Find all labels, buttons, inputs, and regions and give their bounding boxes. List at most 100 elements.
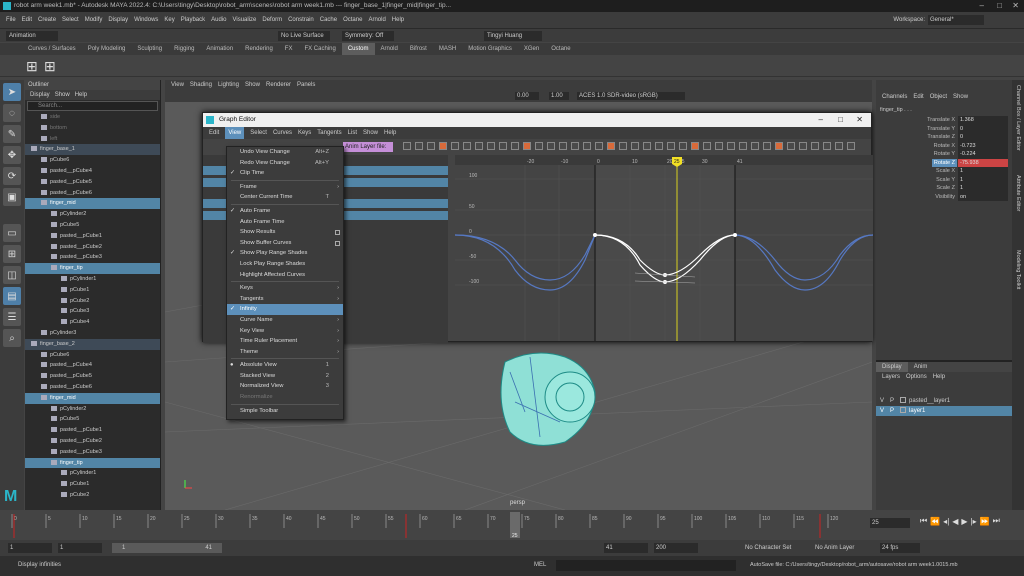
script-lang[interactable]: MEL <box>534 562 546 568</box>
layer-row[interactable]: V Ppasted__layer1 <box>876 396 1012 406</box>
ge-tool-icon[interactable] <box>451 142 459 150</box>
ge-tool-icon[interactable] <box>763 142 771 150</box>
channel-row[interactable]: Scale Z1 <box>876 184 1012 193</box>
rotate-tool-icon[interactable]: ⟳ <box>3 167 21 185</box>
shelf-tab-octane[interactable]: Octane <box>545 43 576 55</box>
ge-tool-icon[interactable] <box>535 142 543 150</box>
channel-row[interactable]: Visibility on <box>876 192 1012 201</box>
outliner-item[interactable]: pasted__pCube3 <box>25 447 160 458</box>
ge-tool-icon[interactable] <box>691 142 699 150</box>
outliner-item[interactable]: pCube1 <box>25 479 160 490</box>
ge-tool-icon[interactable] <box>739 142 747 150</box>
ge-tool-icon[interactable] <box>727 142 735 150</box>
anim-layer-field[interactable]: Anim Layer file: C:/.. <box>343 142 393 152</box>
channel-value[interactable]: 1 <box>958 167 1008 176</box>
outliner-item[interactable]: pCube4 <box>25 317 160 328</box>
viewport-menu-shading[interactable]: Shading <box>190 80 212 90</box>
channel-value[interactable]: on <box>958 192 1008 201</box>
outliner-item[interactable]: pCube1 <box>25 285 160 296</box>
graph-editor-curve-view[interactable]: -20-1001020253041100500-50-100 25 <box>455 155 873 341</box>
outliner-item[interactable]: pCube6 <box>25 155 160 166</box>
channel-value[interactable]: 0 <box>958 133 1008 142</box>
step-back-icon[interactable]: ⏪ <box>930 517 940 526</box>
outliner-item[interactable]: finger_mid <box>25 392 160 404</box>
view-menu-item[interactable]: ● Absolute View 1 <box>227 360 343 371</box>
ge-menu-select[interactable]: Select <box>250 127 267 139</box>
option-box-icon[interactable] <box>335 240 340 246</box>
layout-single-icon[interactable]: ▭ <box>3 224 21 242</box>
ge-tool-icon[interactable] <box>823 142 831 150</box>
shelf-tab-bifrost[interactable]: Bifrost <box>404 43 433 55</box>
ge-tool-icon[interactable] <box>463 142 471 150</box>
channel-menu-edit[interactable]: Edit <box>913 91 923 103</box>
menu-modify[interactable]: Modify <box>85 17 103 23</box>
select-tool-icon[interactable]: ➤ <box>3 83 21 101</box>
view-menu-item[interactable]: Stacked View 2 <box>227 371 343 382</box>
shelf-tab-curves-surfaces[interactable]: Curves / Surfaces <box>22 43 82 55</box>
ge-menu-view[interactable]: View <box>225 127 245 139</box>
maximize-icon[interactable]: □ <box>997 0 1002 12</box>
channel-menu-object[interactable]: Object <box>930 91 947 103</box>
layout-four-icon[interactable]: ⊞ <box>3 245 21 263</box>
menu-help[interactable]: Help <box>392 17 404 23</box>
view-menu-item[interactable]: Curve Name › <box>227 315 343 326</box>
ge-tool-icon[interactable] <box>751 142 759 150</box>
channel-row[interactable]: Translate Y0 <box>876 124 1012 133</box>
ge-menu-help[interactable]: Help <box>384 127 396 139</box>
ge-tool-icon[interactable] <box>547 142 555 150</box>
symmetry-dropdown[interactable]: Symmetry: Off <box>342 30 394 41</box>
character-set-dropdown[interactable]: No Character Set <box>745 543 811 553</box>
playback-toggle[interactable]: P <box>890 408 894 414</box>
next-key-icon[interactable]: |▸ <box>971 517 977 526</box>
menu-set-dropdown[interactable]: Animation <box>6 30 58 41</box>
channel-row[interactable]: Scale Y1 <box>876 175 1012 184</box>
outliner-item[interactable]: finger_tip <box>25 457 160 469</box>
ge-tool-icon[interactable] <box>523 142 531 150</box>
shelf-tab-sculpting[interactable]: Sculpting <box>131 43 168 55</box>
menu-key[interactable]: Key <box>164 17 174 23</box>
robot-hand-mesh[interactable] <box>500 352 596 446</box>
ge-tool-icon[interactable] <box>439 142 447 150</box>
ge-tool-icon[interactable] <box>487 142 495 150</box>
view-menu-item[interactable]: Redo View Change Alt+Y <box>227 158 343 169</box>
view-menu-item[interactable]: ✓ Infinity <box>227 304 343 315</box>
outliner-item[interactable]: pasted__pCube3 <box>25 252 160 263</box>
menu-playback[interactable]: Playback <box>181 17 205 23</box>
view-menu-item[interactable]: Renormalize <box>227 392 343 403</box>
side-tab[interactable]: Attribute Editor <box>1015 175 1021 211</box>
visibility-toggle[interactable]: V <box>880 398 884 404</box>
range-bar[interactable]: 1 41 <box>112 543 222 553</box>
workspace-dropdown[interactable]: General* <box>928 15 984 25</box>
view-menu-item[interactable]: Frame › <box>227 182 343 193</box>
layer-tab-anim[interactable]: Anim <box>908 362 934 372</box>
outliner-item[interactable]: pasted__pCube2 <box>25 436 160 447</box>
outliner-item[interactable]: pCube6 <box>25 350 160 361</box>
shelf-tab-rigging[interactable]: Rigging <box>168 43 200 55</box>
ge-tool-icon[interactable] <box>595 142 603 150</box>
channel-row[interactable]: Translate Z0 <box>876 133 1012 142</box>
visibility-toggle[interactable]: V <box>880 408 884 414</box>
channel-row[interactable]: Rotate Z -75.938 <box>876 158 1012 167</box>
outliner-item[interactable]: pCylinder3 <box>25 328 160 339</box>
view-menu-item[interactable]: Show Buffer Curves <box>227 238 343 249</box>
outliner-item[interactable]: finger_tip <box>25 263 160 274</box>
channel-value[interactable]: 0 <box>958 124 1008 133</box>
outliner-item[interactable]: pasted__pCube1 <box>25 231 160 242</box>
move-tool-icon[interactable]: ✥ <box>3 146 21 164</box>
outliner-menu-help[interactable]: Help <box>75 90 87 100</box>
channel-row[interactable]: Scale X1 <box>876 167 1012 176</box>
view-menu-item[interactable]: Show Results <box>227 227 343 238</box>
menu-deform[interactable]: Deform <box>262 17 282 23</box>
prev-key-icon[interactable]: ◂| <box>943 517 949 526</box>
menu-visualize[interactable]: Visualize <box>232 17 256 23</box>
channel-value[interactable]: 1 <box>958 184 1008 193</box>
exposure-field[interactable]: 0.00 <box>515 92 539 100</box>
outliner-item[interactable]: pCylinder1 <box>25 468 160 479</box>
shelf-tab-animation[interactable]: Animation <box>200 43 239 55</box>
layer-menu-options[interactable]: Options <box>906 374 927 380</box>
ge-menu-edit[interactable]: Edit <box>209 127 219 139</box>
outliner-item[interactable]: pCube5 <box>25 414 160 425</box>
layer-menu-layers[interactable]: Layers <box>882 374 900 380</box>
anim-end-field[interactable]: 200 <box>654 543 698 553</box>
view-menu-item[interactable]: Keys › <box>227 283 343 294</box>
